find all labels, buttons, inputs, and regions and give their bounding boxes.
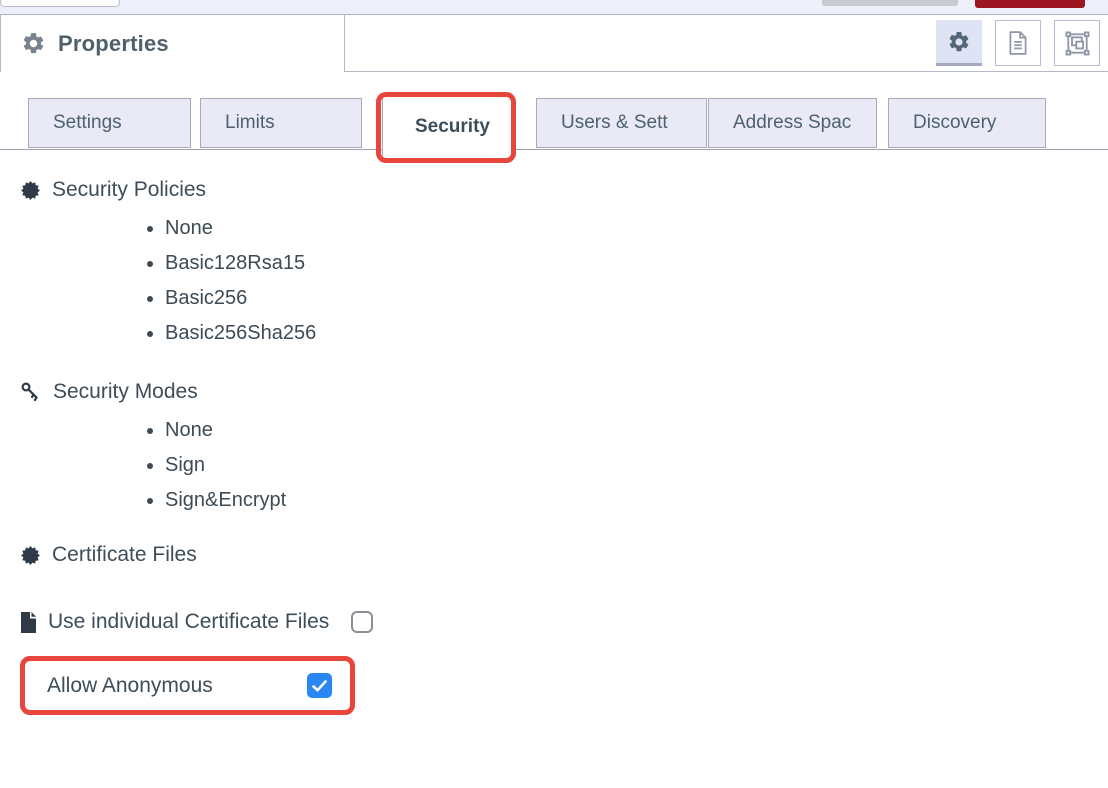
use-individual-certificate-files-checkbox[interactable] — [351, 611, 373, 633]
section-security-modes: Security Modes — [20, 380, 1108, 404]
key-icon — [20, 381, 42, 403]
tab-settings[interactable]: Settings — [28, 98, 191, 148]
security-policies-list: None Basic128Rsa15 Basic256 Basic256Sha2… — [20, 215, 1108, 346]
seal-icon — [20, 545, 41, 566]
tab-users-settings[interactable]: Users & Sett — [536, 98, 707, 148]
properties-tool-button[interactable] — [936, 20, 982, 66]
list-item: Basic128Rsa15 — [165, 250, 1108, 276]
tab-bar: Settings Limits Security Users & Sett Ad… — [0, 96, 1108, 156]
section-security-policies: Security Policies — [20, 178, 1108, 202]
list-item: Sign — [165, 452, 1108, 478]
file-icon — [20, 612, 37, 633]
seal-icon — [20, 180, 41, 201]
list-item: None — [165, 215, 1108, 241]
document-icon — [1005, 30, 1031, 56]
tab-label: Discovery — [913, 112, 996, 134]
partial-button-red[interactable] — [975, 0, 1085, 8]
section-title: Security Policies — [52, 178, 206, 202]
partial-button-top-left[interactable] — [0, 0, 120, 7]
tab-label: Address Spac — [733, 112, 851, 134]
check-icon — [312, 680, 327, 692]
tab-label: Security — [415, 116, 490, 138]
properties-header-tab: Properties — [0, 14, 345, 72]
tab-label: Settings — [53, 112, 122, 134]
allow-anonymous-row: Allow Anonymous — [20, 656, 355, 715]
list-item: Basic256 — [165, 285, 1108, 311]
frame-select-icon — [1064, 30, 1091, 57]
tab-limits[interactable]: Limits — [200, 98, 362, 148]
gear-icon — [947, 30, 971, 54]
tab-address-space[interactable]: Address Spac — [708, 98, 877, 148]
section-certificate-files: Certificate Files — [20, 543, 1108, 567]
security-modes-list: None Sign Sign&Encrypt — [20, 417, 1108, 513]
top-strip — [0, 0, 1108, 14]
list-item: Sign&Encrypt — [165, 487, 1108, 513]
list-item: None — [165, 417, 1108, 443]
panel-title: Properties — [58, 31, 169, 57]
section-title: Certificate Files — [52, 543, 197, 567]
tab-row-divider — [0, 149, 1108, 150]
frame-select-tool-button[interactable] — [1054, 20, 1100, 66]
list-item: Basic256Sha256 — [165, 320, 1108, 346]
document-tool-button[interactable] — [995, 20, 1041, 66]
security-tab-content: Security Policies None Basic128Rsa15 Bas… — [0, 178, 1108, 715]
checkbox-label: Allow Anonymous — [47, 674, 307, 698]
tab-discovery[interactable]: Discovery — [888, 98, 1046, 148]
use-individual-certificate-files-row: Use individual Certificate Files — [20, 607, 1108, 637]
properties-panel: Properties — [0, 0, 1108, 788]
tab-security[interactable]: Security — [382, 96, 513, 156]
header-toolbar — [345, 14, 1108, 72]
partial-button-gray[interactable] — [822, 0, 958, 6]
panel-header: Properties — [0, 14, 1108, 72]
allow-anonymous-checkbox[interactable] — [307, 673, 332, 698]
gear-icon — [21, 31, 46, 56]
tab-label: Users & Sett — [561, 112, 668, 134]
tab-label: Limits — [225, 112, 275, 134]
checkbox-label: Use individual Certificate Files — [48, 610, 329, 634]
section-title: Security Modes — [53, 380, 198, 404]
